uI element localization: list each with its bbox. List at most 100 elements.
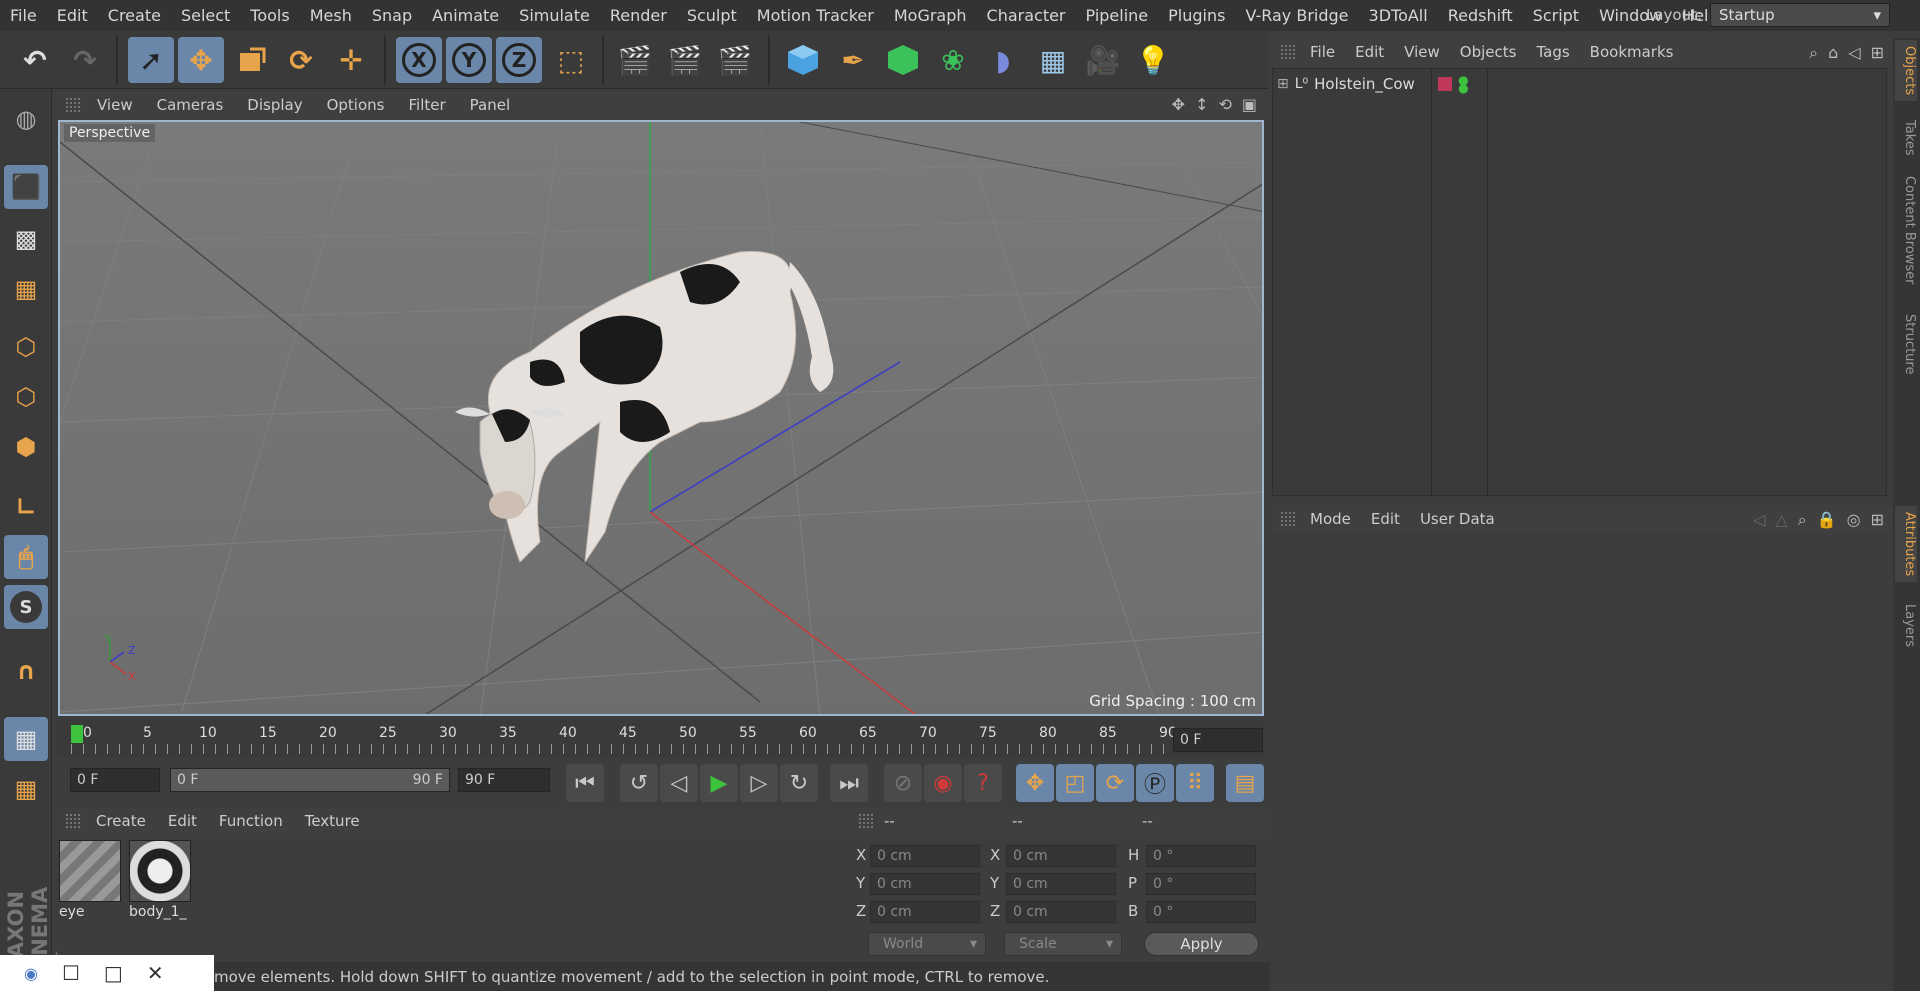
apply-button[interactable]: Apply: [1144, 932, 1259, 956]
position-x-field[interactable]: 0 cm: [870, 845, 980, 867]
object-name[interactable]: Holstein_Cow: [1314, 75, 1422, 93]
maximize-icon[interactable]: □: [104, 961, 123, 985]
layout-select[interactable]: Startup ▾: [1710, 3, 1890, 27]
minimize-icon[interactable]: ☐: [62, 961, 80, 985]
menu-character[interactable]: Character: [977, 6, 1076, 25]
search-icon[interactable]: ⌕: [1809, 43, 1818, 63]
new-panel-icon[interactable]: ⊞: [1871, 43, 1884, 63]
panel-grip-icon[interactable]: [858, 813, 874, 829]
subdivision-icon[interactable]: [880, 37, 926, 83]
rotation-b-field[interactable]: 0 °: [1146, 901, 1256, 923]
timeline-ruler[interactable]: 0 5 10 15 20 25 30 35 40 45 50 55 60 65 70 75 80 85 90: [57, 720, 1265, 758]
render-view-icon[interactable]: 🎬: [612, 37, 658, 83]
cube-icon[interactable]: [780, 37, 826, 83]
planar-workplane-icon[interactable]: ▦: [4, 767, 48, 811]
position-y-field[interactable]: 0 cm: [870, 873, 980, 895]
back-icon[interactable]: ◁: [1848, 43, 1860, 63]
menu-tools[interactable]: Tools: [240, 6, 299, 25]
layer-color-tag[interactable]: [1438, 77, 1453, 91]
rotation-p-field[interactable]: 0 °: [1146, 873, 1256, 895]
rotation-h-field[interactable]: 0 °: [1146, 845, 1256, 867]
visibility-dots-icon[interactable]: ● ●: [1458, 74, 1468, 94]
menu-plugins[interactable]: Plugins: [1158, 6, 1235, 25]
previous-frame-icon[interactable]: ◁: [660, 764, 698, 802]
tab-attributes[interactable]: Attributes: [1895, 506, 1917, 583]
object-menu-file[interactable]: File: [1300, 43, 1345, 61]
menu-file[interactable]: File: [0, 6, 47, 25]
panel-grip-icon[interactable]: [65, 97, 81, 113]
viewport-menu-cameras[interactable]: Cameras: [145, 96, 236, 114]
play-icon[interactable]: ▶: [700, 764, 738, 802]
coordinate-mode-select[interactable]: World ▾: [868, 932, 986, 956]
model-mode-icon[interactable]: ⬛: [4, 165, 48, 209]
menu-pipeline[interactable]: Pipeline: [1076, 6, 1159, 25]
toggle-view-icon[interactable]: ▣: [1242, 95, 1257, 114]
cow-model[interactable]: [455, 251, 834, 563]
tab-objects[interactable]: Objects: [1895, 40, 1917, 102]
polygons-mode-icon[interactable]: ⬢: [4, 425, 48, 469]
scale-icon[interactable]: [228, 37, 274, 83]
render-settings-icon[interactable]: 🎬: [712, 37, 758, 83]
viewport-camera-label[interactable]: Perspective: [64, 124, 156, 142]
menu-snap[interactable]: Snap: [362, 6, 422, 25]
y-axis-lock-button[interactable]: Y: [446, 37, 492, 83]
coordinate-system-icon[interactable]: ⬚: [548, 37, 594, 83]
size-y-field[interactable]: 0 cm: [1006, 873, 1116, 895]
end-frame-field[interactable]: 90 F: [458, 768, 550, 792]
menu-create[interactable]: Create: [98, 6, 171, 25]
viewport-menu-panel[interactable]: Panel: [458, 96, 522, 114]
viewport-menu-options[interactable]: Options: [315, 96, 397, 114]
next-key-icon[interactable]: ↻: [780, 764, 818, 802]
panel-grip-icon[interactable]: [1280, 44, 1296, 60]
new-panel-icon[interactable]: ⊞: [1871, 510, 1884, 530]
key-rotation-icon[interactable]: ⟳: [1096, 764, 1134, 802]
panel-grip-icon[interactable]: [1280, 511, 1296, 527]
playhead-marker[interactable]: [71, 725, 83, 743]
target-icon[interactable]: ◎: [1847, 510, 1861, 530]
tweak-mode-icon[interactable]: 🖱: [4, 535, 48, 579]
perspective-viewport[interactable]: Y Z X Perspective Grid Spacing : 100 cm: [58, 120, 1264, 716]
x-axis-lock-button[interactable]: X: [396, 37, 442, 83]
object-menu-tags[interactable]: Tags: [1526, 43, 1579, 61]
menu-script[interactable]: Script: [1523, 6, 1589, 25]
preview-range-slider[interactable]: 0 F 90 F: [170, 768, 450, 792]
position-z-field[interactable]: 0 cm: [870, 901, 980, 923]
viewport-menu-display[interactable]: Display: [235, 96, 314, 114]
object-menu-bookmarks[interactable]: Bookmarks: [1580, 43, 1684, 61]
menu-simulate[interactable]: Simulate: [509, 6, 600, 25]
tab-structure[interactable]: Structure: [1895, 308, 1917, 380]
menu-redshift[interactable]: Redshift: [1438, 6, 1523, 25]
keyframe-selection-icon[interactable]: ?: [964, 764, 1002, 802]
size-z-field[interactable]: 0 cm: [1006, 901, 1116, 923]
attribute-menu-edit[interactable]: Edit: [1361, 510, 1410, 528]
snap-magnet-icon[interactable]: ∩: [4, 649, 48, 693]
object-menu-view[interactable]: View: [1394, 43, 1450, 61]
menu-animate[interactable]: Animate: [422, 6, 509, 25]
edges-mode-icon[interactable]: ⬡: [4, 375, 48, 419]
pan-view-icon[interactable]: ✥: [1172, 95, 1185, 114]
previous-key-icon[interactable]: ↺: [620, 764, 658, 802]
material-menu-texture[interactable]: Texture: [294, 812, 371, 830]
material-menu-function[interactable]: Function: [208, 812, 294, 830]
attribute-menu-user-data[interactable]: User Data: [1410, 510, 1505, 528]
menu-sculpt[interactable]: Sculpt: [677, 6, 747, 25]
floor-icon[interactable]: ▦: [1030, 37, 1076, 83]
go-to-end-icon[interactable]: ⏭: [830, 764, 868, 802]
lock-icon[interactable]: 🔒: [1817, 510, 1837, 530]
record-keys-icon[interactable]: ⊘: [884, 764, 922, 802]
locked-workplane-icon[interactable]: ▦: [4, 717, 48, 761]
rotate-view-icon[interactable]: ⟲: [1218, 95, 1231, 114]
current-frame-field[interactable]: 0 F: [1173, 728, 1263, 752]
undo-icon[interactable]: ↶: [12, 37, 58, 83]
menu-render[interactable]: Render: [600, 6, 677, 25]
viewport-menu-filter[interactable]: Filter: [396, 96, 457, 114]
timeline-window-icon[interactable]: ▤: [1226, 764, 1264, 802]
size-x-field[interactable]: 0 cm: [1006, 845, 1116, 867]
viewport-menu-view[interactable]: View: [85, 96, 145, 114]
material-item[interactable]: body_1_: [129, 840, 191, 920]
tab-layers[interactable]: Layers: [1895, 598, 1917, 653]
make-editable-icon[interactable]: ◍: [4, 97, 48, 141]
key-parameter-icon[interactable]: Ⓟ: [1136, 764, 1174, 802]
attribute-menu-mode[interactable]: Mode: [1300, 510, 1361, 528]
key-point-level-icon[interactable]: ⠿: [1176, 764, 1214, 802]
